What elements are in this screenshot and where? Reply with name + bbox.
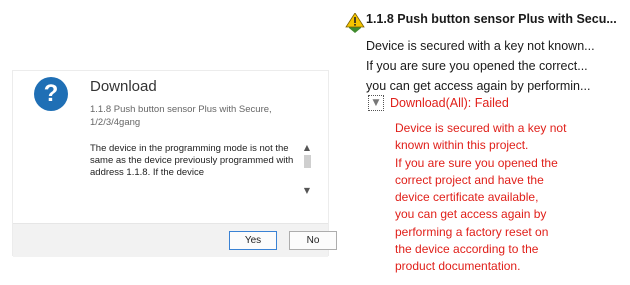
failure-line: known within this project.	[395, 138, 529, 153]
device-status-tree: 1.1.8 Push button sensor Plus with Secu.…	[345, 0, 630, 285]
dialog-title: Download	[90, 78, 157, 95]
expand-toggle[interactable]: ▼	[368, 95, 384, 111]
failure-line: you can get access again by	[395, 207, 547, 222]
question-icon: ?	[34, 77, 68, 111]
message-scrollbar[interactable]: ▲ ▼	[302, 143, 312, 203]
dialog-message: The device in the programming mode is no…	[90, 143, 294, 178]
scroll-down-icon[interactable]: ▼	[302, 186, 312, 196]
failure-line: device certificate available,	[395, 190, 539, 205]
failure-line: If you are sure you opened the	[395, 155, 558, 170]
warning-icon	[345, 13, 365, 33]
device-node-title[interactable]: 1.1.8 Push button sensor Plus with Secu.…	[366, 11, 617, 27]
failure-line: Device is secured with a key not	[395, 121, 567, 135]
scroll-thumb[interactable]	[303, 155, 311, 168]
no-button[interactable]: No	[289, 231, 337, 250]
download-dialog: ? Download 1.1.8 Push button sensor Plus…	[12, 70, 337, 257]
dialog-footer: Yes No	[13, 223, 337, 257]
detail-line: you can get access again by performin...	[366, 79, 591, 93]
detail-line: Device is secured with a key not known..…	[366, 39, 595, 53]
failure-line: the device according to the	[395, 242, 539, 257]
scroll-up-icon[interactable]: ▲	[302, 143, 312, 153]
dialog-subtitle: 1.1.8 Push button sensor Plus with Secur…	[90, 104, 272, 128]
download-failed-title[interactable]: Download(All): Failed	[390, 94, 509, 112]
detail-line: If you are sure you opened the correct..…	[366, 59, 588, 73]
failure-line: performing a factory reset on	[395, 224, 549, 239]
device-node-details: Device is secured with a key not known..…	[366, 36, 595, 96]
failure-line: correct project and have the	[395, 172, 544, 187]
yes-button[interactable]: Yes	[229, 231, 277, 250]
message-area: The device in the programming mode is no…	[90, 143, 312, 203]
failure-line: product documentation.	[395, 259, 521, 274]
failure-description: Device is secured with a key not known w…	[395, 120, 566, 276]
